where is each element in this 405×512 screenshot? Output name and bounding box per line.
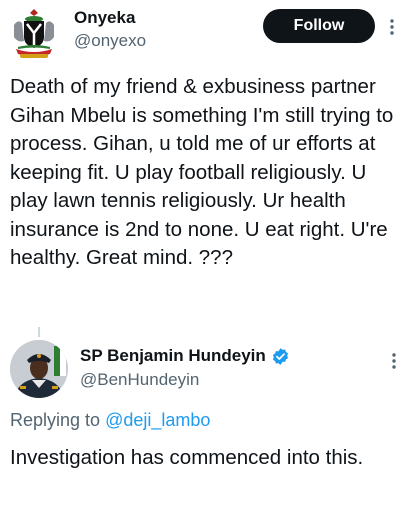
more-vertical-icon[interactable] [389,352,399,370]
reply-author-name[interactable]: SP Benjamin Hundeyin [80,346,266,366]
verified-badge-icon [271,347,290,366]
uniformed-officer-avatar[interactable] [10,340,68,398]
tweet-thread: Onyeka @onyexo Follow Death of my friend… [0,0,405,512]
reply-text: Investigation has commenced into this. [10,446,364,469]
replying-to-label: Replying to [10,410,106,430]
reply-author-handle[interactable]: @BenHundeyin [80,370,199,390]
replying-to: Replying to @deji_lambo [10,410,210,431]
reply-author-row[interactable]: SP Benjamin Hundeyin [80,346,290,366]
author-name[interactable]: Onyeka [74,8,135,28]
mention-link[interactable]: @deji_lambo [105,410,210,430]
follow-button[interactable]: Follow [263,9,375,43]
coat-of-arms-avatar[interactable] [6,5,62,61]
author-handle[interactable]: @onyexo [74,31,146,51]
tweet-text: Death of my friend & exbusiness partner … [10,75,394,269]
thread-connector [38,327,40,337]
more-vertical-icon[interactable] [387,18,397,36]
